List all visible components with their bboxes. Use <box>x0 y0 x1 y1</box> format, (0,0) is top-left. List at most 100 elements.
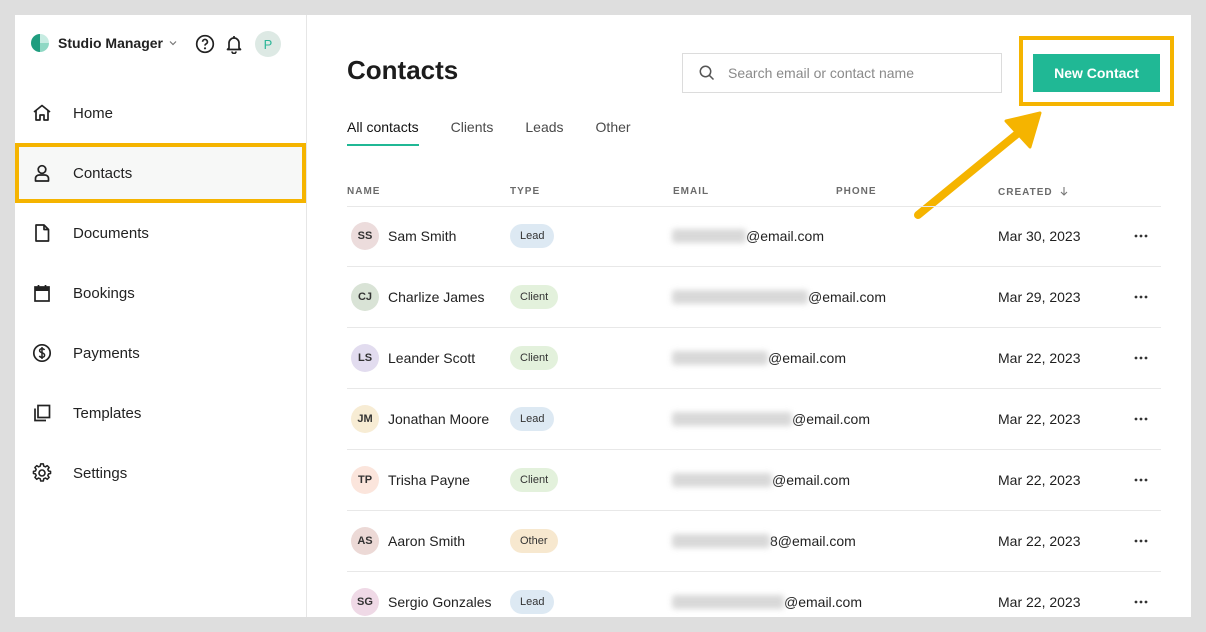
column-header-phone[interactable]: PHONE <box>836 186 877 197</box>
more-options-icon[interactable] <box>1131 531 1151 551</box>
contact-name[interactable]: Sam Smith <box>388 228 456 244</box>
tab-all-contacts[interactable]: All contacts <box>347 119 419 146</box>
document-icon <box>35 224 50 242</box>
sidebar-item-label: Contacts <box>73 164 133 182</box>
row-actions <box>1131 206 1151 266</box>
more-options-icon[interactable] <box>1131 592 1151 612</box>
avatar: LS <box>351 344 379 372</box>
table-row[interactable]: SG Sergio Gonzales Lead @email.com Mar 2… <box>347 572 1161 617</box>
contact-email-cell: @email.com <box>672 389 870 449</box>
contact-name-cell: JM Jonathan Moore <box>351 389 489 449</box>
more-options-icon[interactable] <box>1131 226 1151 246</box>
sort-arrow-down-icon <box>1060 187 1067 196</box>
email-domain: @email.com <box>792 411 871 427</box>
bell-icon[interactable] <box>224 34 244 54</box>
help-icon[interactable] <box>195 34 215 54</box>
column-header-type[interactable]: TYPE <box>510 186 540 197</box>
calendar-icon <box>34 285 50 302</box>
email-domain: @email.com <box>746 228 825 244</box>
table-row[interactable]: SS Sam Smith Lead @email.com Mar 30, 202… <box>347 206 1161 267</box>
user-avatar[interactable]: P <box>255 31 281 57</box>
contact-type-cell: Client <box>510 450 559 510</box>
table-row[interactable]: TP Trisha Payne Client @email.com Mar 22… <box>347 450 1161 511</box>
contact-name[interactable]: Jonathan Moore <box>388 411 489 427</box>
tab-other[interactable]: Other <box>596 119 631 146</box>
sidebar-item-settings[interactable]: Settings <box>15 443 306 503</box>
row-actions <box>1131 389 1151 449</box>
more-options-icon[interactable] <box>1131 409 1151 429</box>
tab-leads[interactable]: Leads <box>525 119 563 146</box>
contact-name[interactable]: Sergio Gonzales <box>388 594 492 610</box>
contact-type-cell: Client <box>510 328 559 388</box>
gear-icon <box>32 463 52 482</box>
chevron-down-icon <box>169 41 177 46</box>
created-date: Mar 22, 2023 <box>998 594 1081 610</box>
contact-created-cell: Mar 22, 2023 <box>998 572 1081 617</box>
contact-name[interactable]: Trisha Payne <box>388 472 470 488</box>
sidebar-item-label: Documents <box>73 224 149 242</box>
sidebar-item-payments[interactable]: Payments <box>15 323 306 383</box>
user-icon <box>34 164 50 182</box>
contact-name-cell: CJ Charlize James <box>351 267 484 327</box>
contact-name-cell: SG Sergio Gonzales <box>351 572 492 617</box>
contact-name-cell: LS Leander Scott <box>351 328 475 388</box>
search-box[interactable] <box>682 53 1002 93</box>
email-domain: @email.com <box>808 289 887 305</box>
redacted-email <box>672 229 746 243</box>
redacted-email <box>672 351 768 365</box>
created-date: Mar 22, 2023 <box>998 472 1081 488</box>
search-input[interactable] <box>728 65 998 81</box>
type-badge: Other <box>510 529 558 553</box>
sidebar-item-contacts[interactable]: Contacts <box>15 143 306 203</box>
table-row[interactable]: CJ Charlize James Client @email.com Mar … <box>347 267 1161 328</box>
type-badge: Lead <box>510 407 555 431</box>
contact-created-cell: Mar 22, 2023 <box>998 450 1081 510</box>
studio-switcher[interactable]: Studio Manager <box>31 33 178 53</box>
table-row[interactable]: LS Leander Scott Client @email.com Mar 2… <box>347 328 1161 389</box>
sidebar-item-home[interactable]: Home <box>15 83 306 143</box>
type-badge: Lead <box>510 224 555 248</box>
email-domain: 8@email.com <box>770 533 856 549</box>
row-actions <box>1131 572 1151 617</box>
type-badge: Client <box>510 346 559 370</box>
app-window: Studio Manager P Home Contacts Documents… <box>15 15 1191 617</box>
contact-name[interactable]: Charlize James <box>388 289 484 305</box>
contact-name[interactable]: Aaron Smith <box>388 533 465 549</box>
more-options-icon[interactable] <box>1131 348 1151 368</box>
contact-email-cell: @email.com <box>672 206 824 266</box>
contact-name-cell: SS Sam Smith <box>351 206 456 266</box>
table-row[interactable]: JM Jonathan Moore Lead @email.com Mar 22… <box>347 389 1161 450</box>
sidebar-item-bookings[interactable]: Bookings <box>15 263 306 323</box>
tab-clients[interactable]: Clients <box>451 119 494 146</box>
more-options-icon[interactable] <box>1131 287 1151 307</box>
contact-name-cell: TP Trisha Payne <box>351 450 470 510</box>
redacted-email <box>672 534 770 548</box>
sidebar-item-templates[interactable]: Templates <box>15 383 306 443</box>
contact-name[interactable]: Leander Scott <box>388 350 475 366</box>
created-date: Mar 22, 2023 <box>998 533 1081 549</box>
contact-email-cell: @email.com <box>672 328 846 388</box>
contact-email-cell: @email.com <box>672 572 862 617</box>
contact-created-cell: Mar 22, 2023 <box>998 389 1081 449</box>
table-row[interactable]: AS Aaron Smith Other 8@email.com Mar 22,… <box>347 511 1161 572</box>
top-icons: P <box>195 31 281 57</box>
row-actions <box>1131 450 1151 510</box>
contact-email-cell: @email.com <box>672 450 850 510</box>
studio-name: Studio Manager <box>58 35 164 51</box>
email-domain: @email.com <box>784 594 863 610</box>
column-header-email[interactable]: EMAIL <box>673 186 709 197</box>
contact-name-cell: AS Aaron Smith <box>351 511 465 571</box>
contact-email-cell: 8@email.com <box>672 511 856 571</box>
redacted-email <box>672 290 808 304</box>
sidebar-nav: Home Contacts Documents Bookings Payment… <box>15 83 306 503</box>
column-header-created[interactable]: CREATED <box>998 186 1069 198</box>
type-badge: Client <box>510 468 559 492</box>
avatar: SS <box>351 222 379 250</box>
sidebar-item-documents[interactable]: Documents <box>15 203 306 263</box>
more-options-icon[interactable] <box>1131 470 1151 490</box>
redacted-email <box>672 595 784 609</box>
row-actions <box>1131 267 1151 327</box>
new-contact-button[interactable]: New Contact <box>1033 54 1160 92</box>
copy-icon <box>34 404 51 422</box>
column-header-name[interactable]: NAME <box>347 186 380 197</box>
